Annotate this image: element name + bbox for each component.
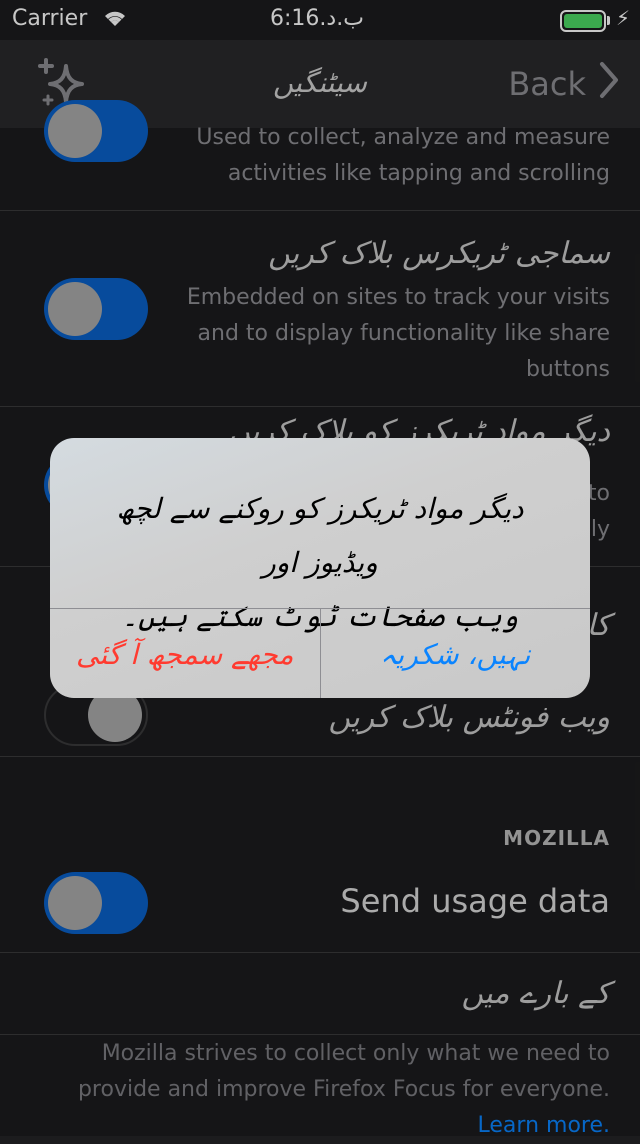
alert-button-bar: مجھے سمجھ آ گئی نہیں، شکریہ — [50, 608, 590, 698]
alert-message-line: دیگر مواد ٹریکرز کو روکنے سے لچھ ویڈیوز … — [116, 492, 524, 579]
alert-dialog: دیگر مواد ٹریکرز کو روکنے سے لچھ ویڈیوز … — [50, 438, 590, 698]
alert-cancel-button[interactable]: نہیں، شکریہ — [321, 609, 591, 698]
alert-confirm-button[interactable]: مجھے سمجھ آ گئی — [50, 609, 321, 698]
